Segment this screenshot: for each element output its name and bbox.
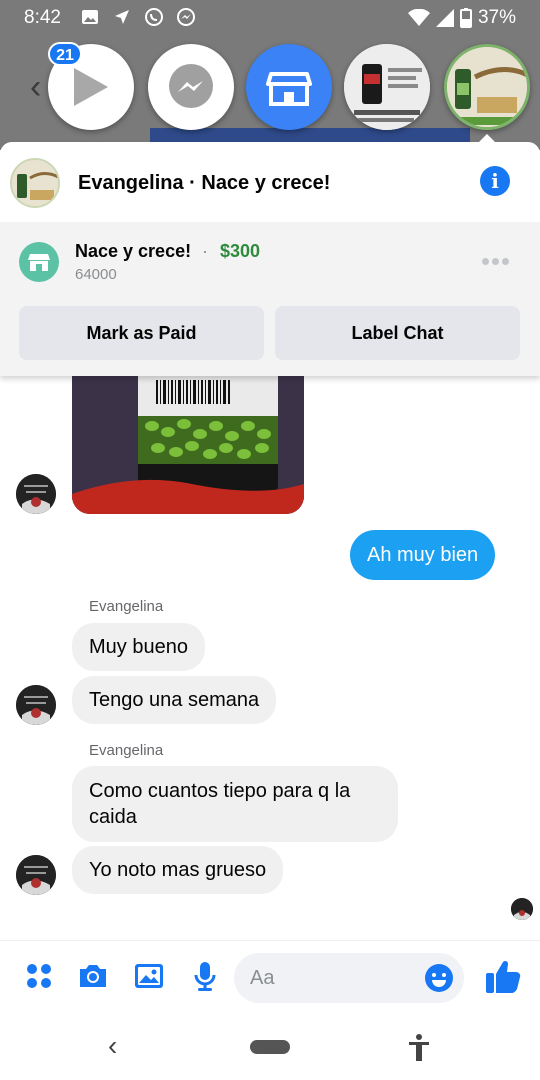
back-icon[interactable]: ‹: [108, 1030, 117, 1062]
store-icon: [266, 72, 312, 106]
home-icon[interactable]: [250, 1040, 290, 1054]
hair-product-chat-head[interactable]: [444, 44, 530, 130]
navigation-notification-icon: [112, 7, 132, 27]
product-chat-head[interactable]: [344, 44, 430, 130]
more-options-icon[interactable]: [482, 252, 512, 268]
signal-icon: [435, 9, 454, 27]
order-separator: ·: [202, 241, 208, 261]
sender-name: Evangelina: [89, 742, 164, 759]
unread-count-badge: 21: [48, 42, 82, 66]
emoji-icon[interactable]: [424, 963, 454, 993]
message-composer: [0, 940, 540, 1014]
contact-avatar-small[interactable]: [16, 685, 56, 725]
system-indicators: 37%: [407, 7, 516, 29]
order-product-name: Nace y crece!: [75, 241, 192, 261]
messenger-notification-icon: [176, 7, 196, 27]
sender-name: Evangelina: [89, 598, 164, 615]
incoming-message[interactable]: Como cuantos tiepo para q la caida: [72, 766, 398, 842]
mark-as-paid-button[interactable]: Mark as Paid: [19, 306, 264, 360]
contact-avatar-small[interactable]: [16, 474, 56, 514]
conversation-card: Evangelina · Nace y crece! i Nace y crec…: [0, 142, 540, 376]
info-icon[interactable]: i: [480, 166, 510, 196]
incoming-message[interactable]: Yo noto mas grueso: [72, 846, 284, 894]
camera-icon[interactable]: [76, 959, 110, 993]
product-thumbnail: [344, 44, 430, 130]
order-zip-code: 64000: [75, 266, 117, 283]
apps-icon[interactable]: [22, 959, 56, 993]
accessibility-icon[interactable]: [404, 1032, 434, 1062]
order-price: $300: [220, 241, 261, 261]
contact-avatar-small[interactable]: [16, 855, 56, 895]
messenger-chat-head[interactable]: [148, 44, 234, 130]
image-notification-icon: [80, 7, 100, 27]
mic-icon[interactable]: [188, 959, 222, 993]
shared-photo[interactable]: [72, 376, 304, 514]
battery-icon: [459, 8, 472, 28]
whatsapp-notification-icon: [144, 7, 164, 27]
contact-avatar[interactable]: [10, 158, 60, 208]
seen-receipt-avatar: [511, 898, 533, 920]
order-summary: Nace y crece! · $300 64000 Mark as Paid …: [0, 222, 540, 376]
notification-icons: [80, 7, 196, 27]
incoming-message[interactable]: Tengo una semana: [72, 676, 277, 724]
background-back-chevron-icon: ‹: [30, 68, 42, 106]
card-header: Evangelina · Nace y crece! i: [0, 142, 540, 222]
gallery-icon[interactable]: [132, 959, 166, 993]
messenger-icon: [169, 64, 213, 108]
thumbs-up-icon[interactable]: [484, 957, 522, 995]
outgoing-message[interactable]: Ah muy bien: [350, 530, 496, 580]
status-time: 8:42: [24, 7, 61, 28]
conversation-title: Evangelina · Nace y crece!: [78, 172, 331, 194]
card-pointer: [478, 134, 496, 143]
incoming-message[interactable]: Muy bueno: [72, 623, 205, 671]
wifi-icon: [407, 9, 430, 26]
battery-level: 37%: [477, 7, 516, 28]
label-chat-button[interactable]: Label Chat: [275, 306, 520, 360]
status-bar: 8:42 37%: [0, 0, 540, 36]
system-navigation-bar: ‹: [0, 1014, 540, 1080]
message-thread[interactable]: Ah muy bien Evangelina Muy bueno Tengo u…: [0, 376, 540, 938]
store-icon: [19, 242, 59, 282]
shop-chat-head[interactable]: [246, 44, 332, 130]
